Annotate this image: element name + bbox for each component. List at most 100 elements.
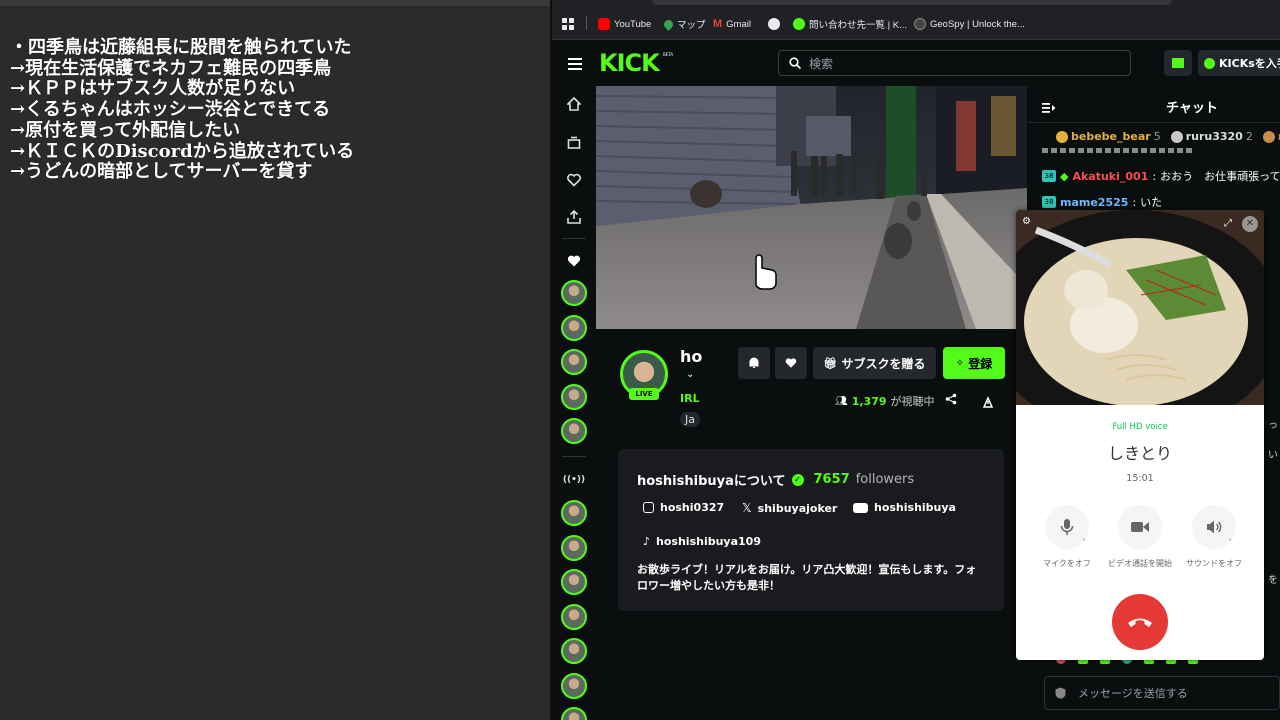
bookmark-separator bbox=[586, 16, 587, 30]
followed-channel-avatar[interactable] bbox=[561, 349, 587, 375]
following-heart-icon[interactable] bbox=[562, 173, 586, 191]
collapse-chat-icon[interactable] bbox=[1042, 98, 1056, 117]
channel-name[interactable]: ho bbox=[680, 347, 702, 366]
recommended-channel-avatar[interactable] bbox=[561, 673, 587, 699]
bookmark-globe[interactable] bbox=[768, 15, 780, 33]
instagram-icon bbox=[643, 502, 654, 513]
viewer-count: 👥︎ 1,379 が視聴中 bbox=[835, 393, 935, 409]
about-title: hoshishibuyaについて bbox=[637, 474, 786, 489]
followed-channel-avatar[interactable] bbox=[561, 384, 587, 410]
gifter-chip[interactable]: bebebe_bear 5 bbox=[1056, 130, 1161, 143]
bookmark-label: GeoSpy | Unlock the... bbox=[930, 18, 1025, 30]
pip-expand-icon[interactable]: ⤢ bbox=[1224, 218, 1232, 229]
clipped-chat-fragment: い bbox=[1268, 450, 1278, 461]
bookmark-kick-contact[interactable]: 問い合わせ先一覧 | K... bbox=[793, 15, 907, 33]
kick-logo[interactable]: KICK bbox=[599, 49, 660, 77]
chevron-up-icon[interactable]: ˄ bbox=[1082, 538, 1086, 547]
globe-icon bbox=[768, 18, 780, 30]
subscriber-badge-icon: 38 bbox=[1042, 170, 1056, 182]
channel-category[interactable]: IRL bbox=[680, 392, 700, 405]
viewers-icon: 👥︎ bbox=[835, 395, 848, 407]
note-line: →ＫＩＣＫのDiscordから追放されている bbox=[10, 140, 355, 162]
store-button[interactable] bbox=[1164, 50, 1192, 76]
recommended-channel-avatar[interactable] bbox=[561, 638, 587, 664]
chat-input[interactable]: メッセージを送信する bbox=[1044, 676, 1280, 710]
social-link-tiktok[interactable]: ♪ hoshishibuya109 bbox=[643, 535, 761, 548]
chat-text: おおう お仕事頑張って bbox=[1160, 170, 1280, 183]
upload-icon[interactable] bbox=[562, 209, 586, 228]
recommended-channel-avatar[interactable] bbox=[561, 604, 587, 630]
pip-settings-icon[interactable]: ⚙︎ bbox=[1022, 216, 1031, 227]
followers-count: 7657 bbox=[813, 472, 850, 487]
social-link-label: hoshishibuya bbox=[874, 501, 956, 514]
follow-button[interactable]: ✧ 登録 bbox=[943, 347, 1005, 379]
share-icon[interactable] bbox=[945, 393, 957, 408]
chat-username[interactable]: mame2525 bbox=[1060, 196, 1128, 209]
gift-subscription-button[interactable]: 🎁︎ サブスクを贈る bbox=[813, 347, 936, 379]
chat-text: いた bbox=[1140, 196, 1163, 209]
chevron-up-icon[interactable]: ˄ bbox=[1228, 538, 1232, 547]
call-timer: 15:01 bbox=[1126, 473, 1154, 484]
kicks-button-label: KICKsを入手 bbox=[1219, 57, 1280, 70]
bookmark-youtube[interactable]: YouTube bbox=[598, 15, 651, 33]
recommended-channel-avatar[interactable] bbox=[561, 535, 587, 561]
search-box[interactable]: 検索 bbox=[778, 50, 1131, 76]
followed-channel-avatar[interactable] bbox=[561, 280, 587, 306]
notification-bell-button[interactable] bbox=[738, 347, 770, 379]
kick-logo-beta: BETA bbox=[663, 52, 674, 57]
gifter-rank-icon bbox=[1262, 130, 1275, 143]
bookmark-geospy[interactable]: GeoSpy | Unlock the... bbox=[914, 15, 1025, 33]
report-flag-icon[interactable] bbox=[982, 393, 994, 412]
verified-check-icon: ✓ bbox=[791, 473, 804, 486]
video-player[interactable] bbox=[596, 86, 1027, 329]
viewer-count-suffix: が視聴中 bbox=[890, 395, 935, 408]
end-call-button[interactable] bbox=[1112, 594, 1168, 650]
voice-call-popup: ⚙︎ ⤢ ✕ Full HD voice しきとり 15:01 ˄ ˄ マイクを… bbox=[1016, 210, 1264, 660]
chat-username[interactable]: Akatuki_001 bbox=[1072, 170, 1148, 183]
viewer-count-value: 1,379 bbox=[851, 394, 887, 408]
kick-favicon-icon bbox=[793, 18, 805, 30]
note-line: →現在生活保護でネカフェ難民の四季鳥 bbox=[10, 57, 332, 79]
kicks-button[interactable]: KICKsを入手 bbox=[1198, 50, 1280, 76]
video-call-label: ビデオ通話を開始 bbox=[1108, 559, 1172, 568]
followed-channel-avatar[interactable] bbox=[561, 315, 587, 341]
home-icon[interactable] bbox=[562, 96, 586, 115]
recommended-channel-avatar[interactable] bbox=[561, 707, 587, 720]
language-tag[interactable]: Ja bbox=[680, 412, 700, 427]
social-link-youtube[interactable]: hoshishibuya bbox=[853, 501, 956, 514]
maps-icon bbox=[662, 17, 675, 31]
street-video-frame bbox=[596, 86, 1027, 329]
recommended-channel-avatar[interactable] bbox=[561, 500, 587, 526]
gifter-name: bebebe_bear bbox=[1071, 130, 1151, 143]
video-call-button[interactable] bbox=[1118, 505, 1162, 549]
recommended-channel-avatar[interactable] bbox=[561, 569, 587, 595]
apps-grid-icon[interactable] bbox=[562, 15, 574, 33]
social-link-x[interactable]: 𝕏 shibuyajoker bbox=[742, 501, 837, 515]
about-card: hoshishibuyaについて ✓ 7657 followers hoshi0… bbox=[618, 449, 1004, 611]
left-nav: ((•)) bbox=[552, 86, 596, 720]
bookmark-gmail[interactable]: M Gmail bbox=[713, 15, 751, 33]
chat-divider bbox=[1028, 122, 1280, 123]
live-signal-icon: ((•)) bbox=[562, 475, 586, 485]
browse-icon[interactable] bbox=[562, 136, 586, 154]
gifter-chip[interactable]: ruru3320 2 bbox=[1170, 130, 1253, 143]
social-link-instagram[interactable]: hoshi0327 bbox=[643, 501, 724, 514]
call-quality-label: Full HD voice bbox=[1112, 422, 1168, 432]
tab-strip-edge bbox=[652, 0, 1172, 5]
sparkle-icon: ✧ bbox=[955, 357, 965, 369]
followed-channel-avatar[interactable] bbox=[561, 418, 587, 444]
gifter-chip[interactable]: r bbox=[1262, 130, 1280, 143]
kicks-coin-icon bbox=[1204, 57, 1215, 69]
close-icon[interactable]: ✕ bbox=[1242, 216, 1258, 232]
store-icon bbox=[1172, 58, 1184, 68]
favorite-heart-button[interactable] bbox=[775, 347, 807, 379]
bookmark-label: Gmail bbox=[726, 18, 751, 30]
chevron-down-icon[interactable]: ⌄ bbox=[686, 369, 694, 380]
gift-icon: 🎁︎ bbox=[823, 356, 838, 370]
heart-icon bbox=[785, 358, 797, 368]
bookmark-label: YouTube bbox=[614, 18, 652, 30]
browser-window: YouTube マップ M Gmail 問い合わせ先一覧 | K... GeoS… bbox=[552, 0, 1280, 720]
shield-icon bbox=[1055, 687, 1066, 699]
bookmark-maps[interactable]: マップ bbox=[662, 15, 706, 33]
hamburger-menu-icon[interactable] bbox=[568, 55, 582, 74]
